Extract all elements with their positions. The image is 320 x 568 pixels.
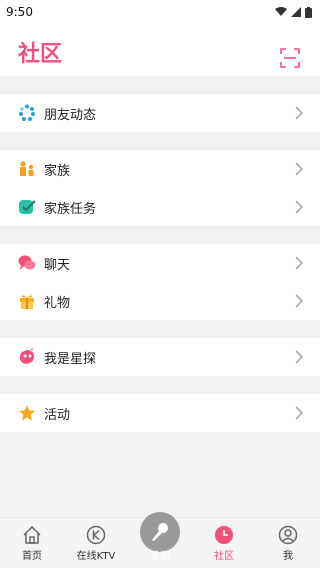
tab-label: 我 [283, 551, 293, 562]
star-icon [18, 404, 36, 422]
scan-icon[interactable] [280, 48, 300, 68]
friends-feed-icon [18, 104, 36, 122]
menu-item-label: 家族 [44, 163, 71, 179]
menu-item-gift[interactable]: 礼物 [0, 282, 320, 320]
record-button[interactable] [140, 512, 180, 552]
section-family: 家族 家族任务 [0, 150, 320, 226]
signal-icon [291, 7, 301, 17]
tab-label: 社区 [214, 551, 234, 562]
menu-item-friends-feed[interactable]: 朋友动态 [0, 94, 320, 132]
chevron-right-icon [295, 406, 304, 420]
menu-item-talent-scout[interactable]: 我是星探 [0, 338, 320, 376]
family-icon [18, 160, 36, 178]
header: 社区 [0, 24, 320, 76]
chevron-right-icon [295, 162, 304, 176]
section-social: 聊天 礼物 [0, 244, 320, 320]
chat-icon [18, 254, 36, 272]
tab-label: 首页 [22, 551, 42, 562]
menu-item-family-task[interactable]: 家族任务 [0, 188, 320, 226]
chevron-right-icon [295, 200, 304, 214]
menu-item-label: 我是星探 [44, 351, 97, 367]
menu-item-label: 朋友动态 [44, 107, 97, 123]
status-icons [275, 6, 312, 18]
tab-ktv[interactable]: 在线KTV [64, 518, 128, 568]
chevron-right-icon [295, 106, 304, 120]
status-time: 9:50 [6, 5, 33, 19]
menu-item-activity[interactable]: 活动 [0, 394, 320, 432]
profile-icon [278, 525, 298, 545]
chevron-right-icon [295, 350, 304, 364]
section-friends: 朋友动态 [0, 94, 320, 132]
bottom-tab-bar: 首页 在线KTV 录歌 社区 我 [0, 512, 320, 568]
tab-record[interactable]: 录歌 [128, 512, 192, 568]
menu-item-label: 礼物 [44, 295, 71, 311]
section-activity: 活动 [0, 394, 320, 432]
section-scout: 我是星探 [0, 338, 320, 376]
menu-item-label: 家族任务 [44, 201, 97, 217]
status-bar: 9:50 [0, 0, 320, 24]
tab-community[interactable]: 社区 [192, 518, 256, 568]
menu-item-label: 活动 [44, 407, 71, 423]
tab-label: 录歌 [150, 551, 170, 562]
community-icon [215, 526, 233, 544]
chevron-right-icon [295, 294, 304, 308]
ktv-icon [86, 525, 106, 545]
talent-scout-icon [18, 348, 36, 366]
menu-item-family[interactable]: 家族 [0, 150, 320, 188]
menu-item-label: 聊天 [44, 257, 71, 273]
tab-label: 在线KTV [76, 551, 116, 562]
tab-home[interactable]: 首页 [0, 518, 64, 568]
menu-item-chat[interactable]: 聊天 [0, 244, 320, 282]
battery-icon [305, 6, 312, 18]
wifi-icon [275, 7, 287, 16]
chevron-right-icon [295, 256, 304, 270]
family-task-icon [18, 198, 36, 216]
page-title: 社区 [18, 42, 63, 67]
menu-sections: 朋友动态 家族 家族任务 聊天 礼物 我是星探 活动 [0, 94, 320, 450]
microphone-icon [152, 523, 168, 541]
home-icon [23, 525, 41, 544]
gift-icon [18, 292, 36, 310]
tab-me[interactable]: 我 [256, 518, 320, 568]
